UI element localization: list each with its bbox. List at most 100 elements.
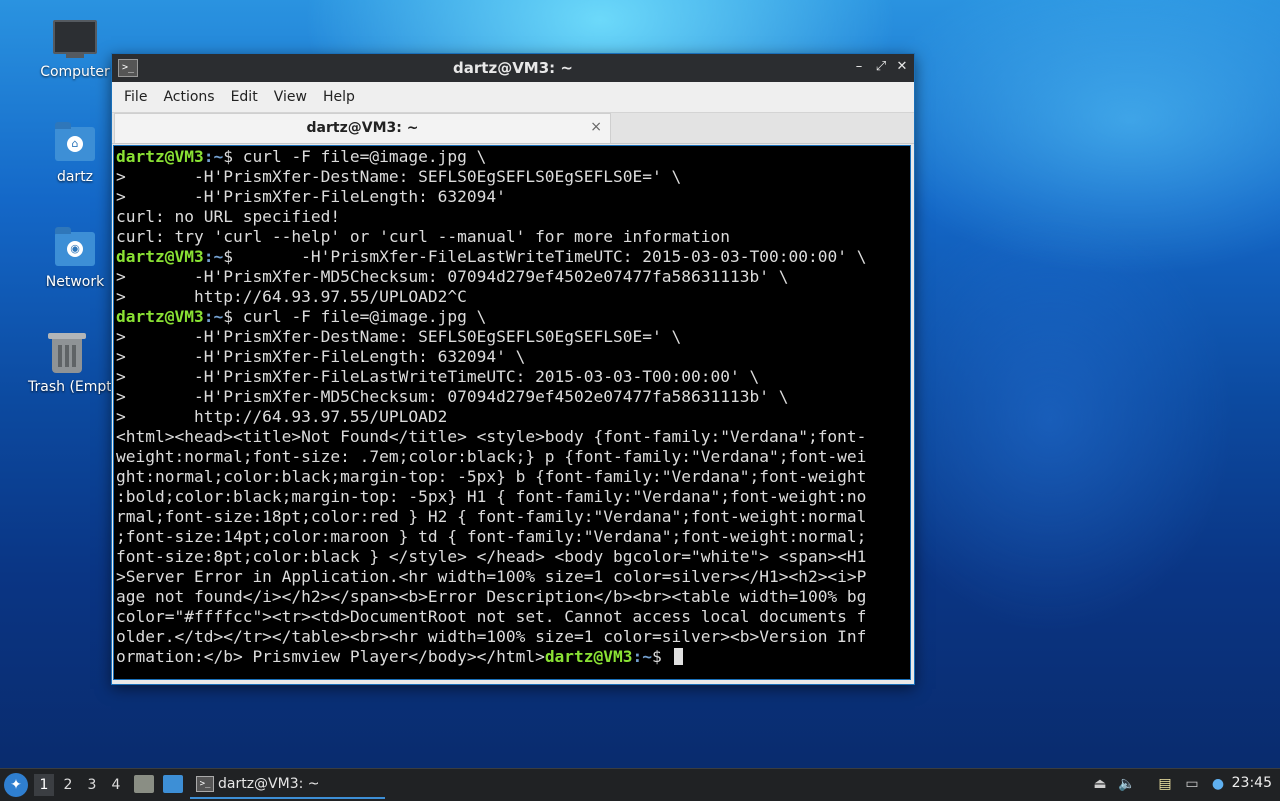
terminal-line: <html><head><title>Not Found</title> <st… <box>116 427 908 447</box>
volume-icon[interactable]: 🔈 <box>1118 775 1136 793</box>
line-text: color="#ffffcc"><tr><td>DocumentRoot not… <box>116 607 867 626</box>
desktop-icon-label: Trash (Empty) <box>28 379 112 395</box>
taskbar-item-label: dartz@VM3: ~ <box>218 776 320 792</box>
terminal-line: > -H'PrismXfer-DestName: SEFLS0EgSEFLS0E… <box>116 327 908 347</box>
close-button[interactable]: ✕ <box>893 58 911 76</box>
menu-bar: File Actions Edit View Help <box>112 82 914 113</box>
prompt-path: :~ <box>203 307 224 326</box>
line-text: ormation:</b> Prismview Player</body></h… <box>116 647 545 666</box>
minimize-button[interactable]: – <box>850 58 868 76</box>
menu-help[interactable]: Help <box>315 89 363 105</box>
network-status-icon[interactable]: ▭ <box>1183 775 1201 793</box>
terminal-line: color="#ffffcc"><tr><td>DocumentRoot not… <box>116 607 908 627</box>
desktop-icon-label: Computer <box>40 64 110 80</box>
eject-icon[interactable]: ⏏ <box>1091 775 1109 793</box>
taskbar-item-terminal[interactable]: >_ dartz@VM3: ~ <box>190 771 385 799</box>
terminal-line: >Server Error in Application.<hr width=1… <box>116 567 908 587</box>
desktop-icon-home[interactable]: ⌂ dartz <box>27 121 123 185</box>
prompt-user: dartz@VM3 <box>116 307 204 326</box>
menu-file[interactable]: File <box>116 89 155 105</box>
terminal-output[interactable]: dartz@VM3:~$ curl -F file=@image.jpg \ > … <box>113 145 911 680</box>
file-manager-icon[interactable] <box>134 775 154 793</box>
line-text: > -H'PrismXfer-MD5Checksum: 07094d279ef4… <box>116 387 789 406</box>
window-titlebar[interactable]: >_ dartz@VM3: ~ – ⤢ ✕ <box>112 54 914 82</box>
line-text: ght:normal;color:black;margin-top: -5px}… <box>116 467 867 486</box>
desktop-icon-label: Network <box>45 274 105 290</box>
terminal-line: > http://64.93.97.55/UPLOAD2 <box>116 407 908 427</box>
tab-close-icon[interactable]: × <box>590 119 602 135</box>
desktop-icon-trash[interactable]: Trash (Empty) <box>24 331 112 395</box>
terminal-line: dartz@VM3:~$ curl -F file=@image.jpg \ <box>116 307 908 327</box>
line-text: > -H'PrismXfer-MD5Checksum: 07094d279ef4… <box>116 267 789 286</box>
clock[interactable]: 23:45 <box>1232 775 1272 791</box>
terminal-line: weight:normal;font-size: .7em;color:blac… <box>116 447 908 467</box>
window-title: dartz@VM3: ~ <box>453 59 573 77</box>
workspace-3[interactable]: 3 <box>82 774 102 796</box>
terminal-line: > -H'PrismXfer-MD5Checksum: 07094d279ef4… <box>116 267 908 287</box>
terminal-line: > -H'PrismXfer-FileLength: 632094' <box>116 187 908 207</box>
terminal-line: font-size:8pt;color:black } </style> </h… <box>116 547 908 567</box>
line-text: ;font-size:14pt;color:maroon } td { font… <box>116 527 867 546</box>
terminal-line: ormation:</b> Prismview Player</body></h… <box>116 647 908 667</box>
terminal-line: > -H'PrismXfer-FileLength: 632094' \ <box>116 347 908 367</box>
terminal-line: > -H'PrismXfer-FileLastWriteTimeUTC: 201… <box>116 367 908 387</box>
line-text: $ curl -F file=@image.jpg \ <box>223 307 487 326</box>
taskbar: ✦ 1 2 3 4 >_ dartz@VM3: ~ ⏏ 🔈 ▤ ▭ ● 23:4… <box>0 768 1280 801</box>
tab-bar: dartz@VM3: ~ × <box>112 113 914 144</box>
line-text: >Server Error in Application.<hr width=1… <box>116 567 867 586</box>
line-text: > -H'PrismXfer-FileLength: 632094' <box>116 187 506 206</box>
start-menu-icon[interactable]: ✦ <box>4 773 28 797</box>
trash-icon <box>46 331 90 375</box>
maximize-button[interactable]: ⤢ <box>872 58 890 76</box>
terminal-line: older.</td></tr></table><br><hr width=10… <box>116 627 908 647</box>
line-text: curl: no URL specified! <box>116 207 341 226</box>
line-text: rmal;font-size:18pt;color:red } H2 { fon… <box>116 507 867 526</box>
terminal-line: > -H'PrismXfer-MD5Checksum: 07094d279ef4… <box>116 387 908 407</box>
terminal-window: >_ dartz@VM3: ~ – ⤢ ✕ File Actions Edit … <box>111 53 915 685</box>
terminal-line: curl: try 'curl --help' or 'curl --manua… <box>116 227 908 247</box>
terminal-line: age not found</i></h2></span><b>Error De… <box>116 587 908 607</box>
line-text: $ curl -F file=@image.jpg \ <box>223 147 487 166</box>
line-text: > http://64.93.97.55/UPLOAD2 <box>116 407 448 426</box>
terminal-line: dartz@VM3:~$ -H'PrismXfer-FileLastWriteT… <box>116 247 908 267</box>
desktop-icon-label: dartz <box>56 169 94 185</box>
terminal-line: ght:normal;color:black;margin-top: -5px}… <box>116 467 908 487</box>
terminal-line: curl: no URL specified! <box>116 207 908 227</box>
workspace-1[interactable]: 1 <box>34 774 54 796</box>
tab-label: dartz@VM3: ~ <box>306 120 419 136</box>
prompt-user: dartz@VM3 <box>544 647 633 666</box>
line-text: weight:normal;font-size: .7em;color:blac… <box>116 447 867 466</box>
line-text: > -H'PrismXfer-FileLastWriteTimeUTC: 201… <box>116 367 760 386</box>
prompt-path: :~ <box>632 647 653 666</box>
update-notifier-icon[interactable]: ● <box>1209 775 1227 793</box>
line-text: $ <box>652 647 672 666</box>
line-text: > http://64.93.97.55/UPLOAD2^C <box>116 287 467 306</box>
desktop-icon-computer[interactable]: Computer <box>27 16 123 80</box>
line-text: > -H'PrismXfer-FileLength: 632094' \ <box>116 347 526 366</box>
clipboard-icon[interactable]: ▤ <box>1156 775 1174 793</box>
prompt-user: dartz@VM3 <box>116 147 204 166</box>
desktop-icon-network[interactable]: ◉ Network <box>27 226 123 290</box>
network-folder-icon: ◉ <box>53 226 97 270</box>
terminal-task-icon: >_ <box>196 776 214 792</box>
tab-terminal[interactable]: dartz@VM3: ~ × <box>114 113 611 143</box>
line-text: $ -H'PrismXfer-FileLastWriteTimeUTC: 201… <box>223 247 867 266</box>
line-text: age not found</i></h2></span><b>Error De… <box>116 587 867 606</box>
line-text: > -H'PrismXfer-DestName: SEFLS0EgSEFLS0E… <box>116 167 682 186</box>
terminal-line: ;font-size:14pt;color:maroon } td { font… <box>116 527 908 547</box>
terminal-line: rmal;font-size:18pt;color:red } H2 { fon… <box>116 507 908 527</box>
prompt-user: dartz@VM3 <box>116 247 204 266</box>
home-folder-icon: ⌂ <box>53 121 97 165</box>
computer-icon <box>53 16 97 60</box>
terminal-cursor <box>673 648 683 665</box>
terminal-line: > -H'PrismXfer-DestName: SEFLS0EgSEFLS0E… <box>116 167 908 187</box>
show-desktop-icon[interactable] <box>163 775 183 793</box>
menu-edit[interactable]: Edit <box>223 89 266 105</box>
line-text: older.</td></tr></table><br><hr width=10… <box>116 627 867 646</box>
menu-actions[interactable]: Actions <box>155 89 222 105</box>
line-text: curl: try 'curl --help' or 'curl --manua… <box>116 227 730 246</box>
workspace-2[interactable]: 2 <box>58 774 78 796</box>
menu-view[interactable]: View <box>266 89 315 105</box>
workspace-4[interactable]: 4 <box>106 774 126 796</box>
line-text: :bold;color:black;margin-top: -5px} H1 {… <box>116 487 867 506</box>
